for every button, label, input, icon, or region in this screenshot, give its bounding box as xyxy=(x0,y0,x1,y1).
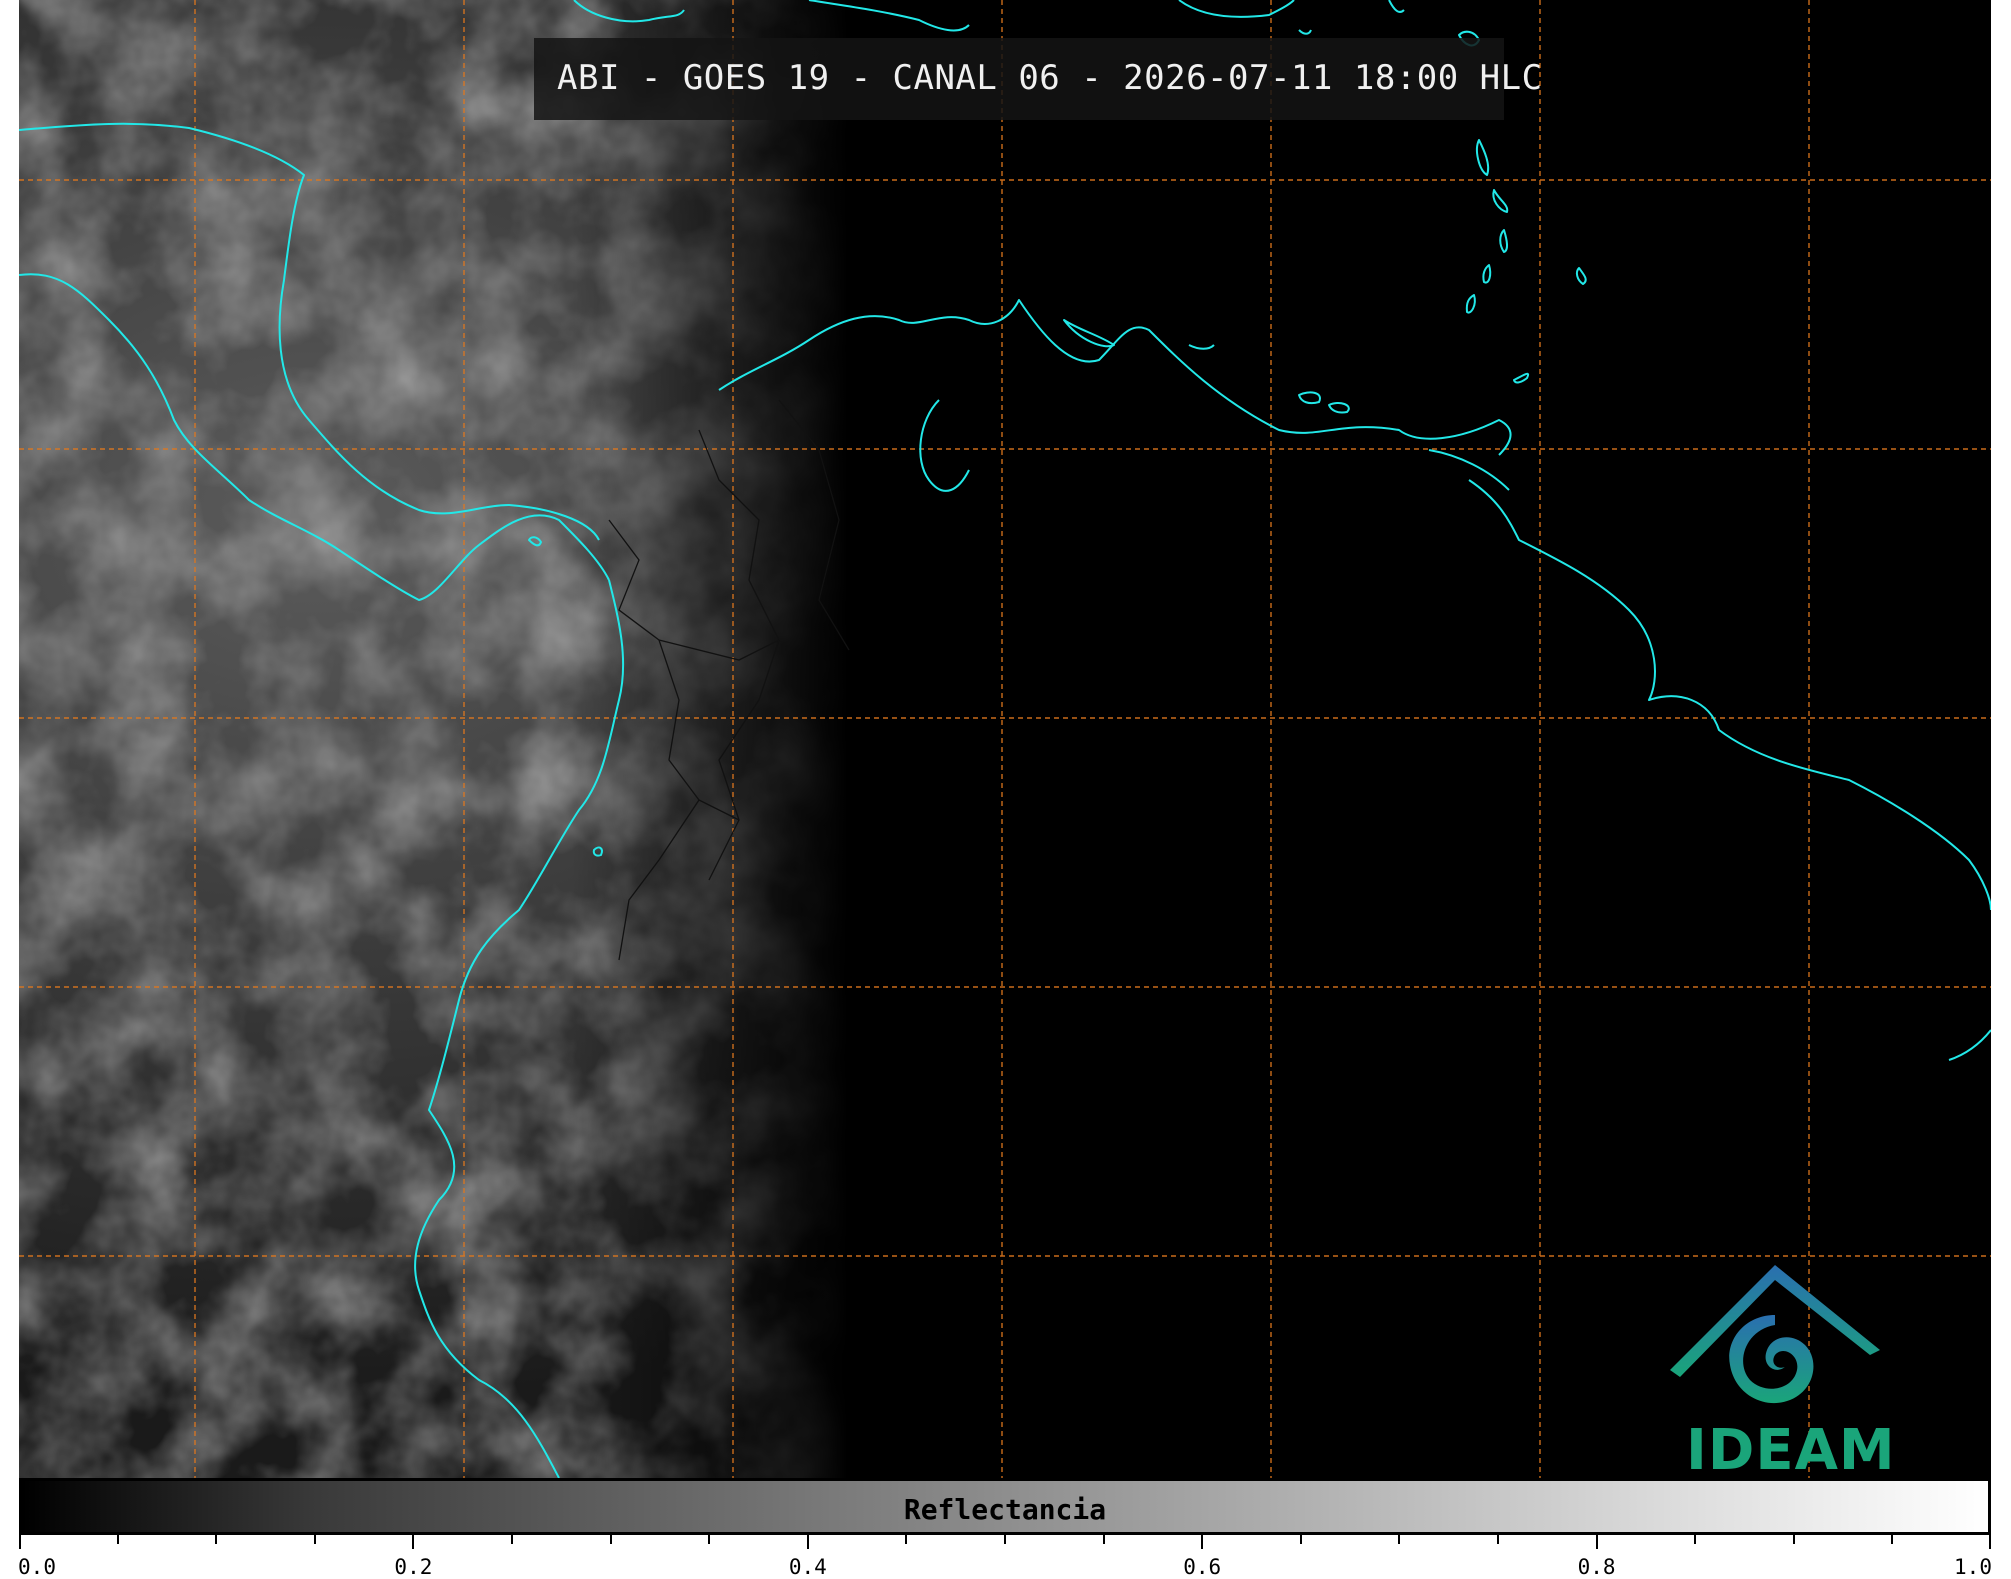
colorbar-tick xyxy=(1595,1535,1598,1549)
colorbar-tick-label: 1.0 xyxy=(1954,1555,1992,1579)
colorbar-tick xyxy=(1792,1535,1795,1544)
colorbar-tick xyxy=(1989,1535,1991,1549)
colorbar-tick xyxy=(708,1535,711,1544)
colorbar-tick xyxy=(1299,1535,1302,1544)
colorbar-tick-label: 0.0 xyxy=(18,1555,56,1579)
colorbar-tick-label: 0.4 xyxy=(788,1555,827,1579)
colorbar-tick xyxy=(412,1535,415,1549)
colorbar-tick xyxy=(609,1535,612,1544)
logo-wordmark: IDEAM xyxy=(1686,1418,1896,1483)
colorbar-ticks: 0.0 0.2 0.4 0.6 0.8 1.0 xyxy=(18,1535,1992,1579)
colorbar-tick xyxy=(19,1535,21,1549)
colorbar-tick-label: 0.6 xyxy=(1183,1555,1222,1579)
colorbar-tick xyxy=(1398,1535,1401,1544)
colorbar-tick xyxy=(1201,1535,1204,1549)
colorbar-tick xyxy=(116,1535,119,1544)
colorbar-tick xyxy=(1891,1535,1894,1544)
colorbar-tick xyxy=(1694,1535,1697,1544)
colorbar-tick xyxy=(806,1535,809,1549)
colorbar: Reflectancia xyxy=(19,1478,1991,1535)
colorbar-tick-label: 0.8 xyxy=(1577,1555,1616,1579)
colorbar-tick xyxy=(215,1535,218,1544)
colorbar-tick xyxy=(1102,1535,1105,1544)
colorbar-tick xyxy=(1004,1535,1006,1544)
colorbar-label: Reflectancia xyxy=(903,1493,1107,1526)
colorbar-tick xyxy=(511,1535,513,1544)
colorbar-tick xyxy=(1497,1535,1499,1544)
colorbar-tick xyxy=(905,1535,908,1544)
map-title: ABI - GOES 19 - CANAL 06 - 2026-07-11 18… xyxy=(557,58,1543,98)
colorbar-tick xyxy=(313,1535,316,1544)
colorbar-tick-label: 0.2 xyxy=(394,1555,433,1579)
